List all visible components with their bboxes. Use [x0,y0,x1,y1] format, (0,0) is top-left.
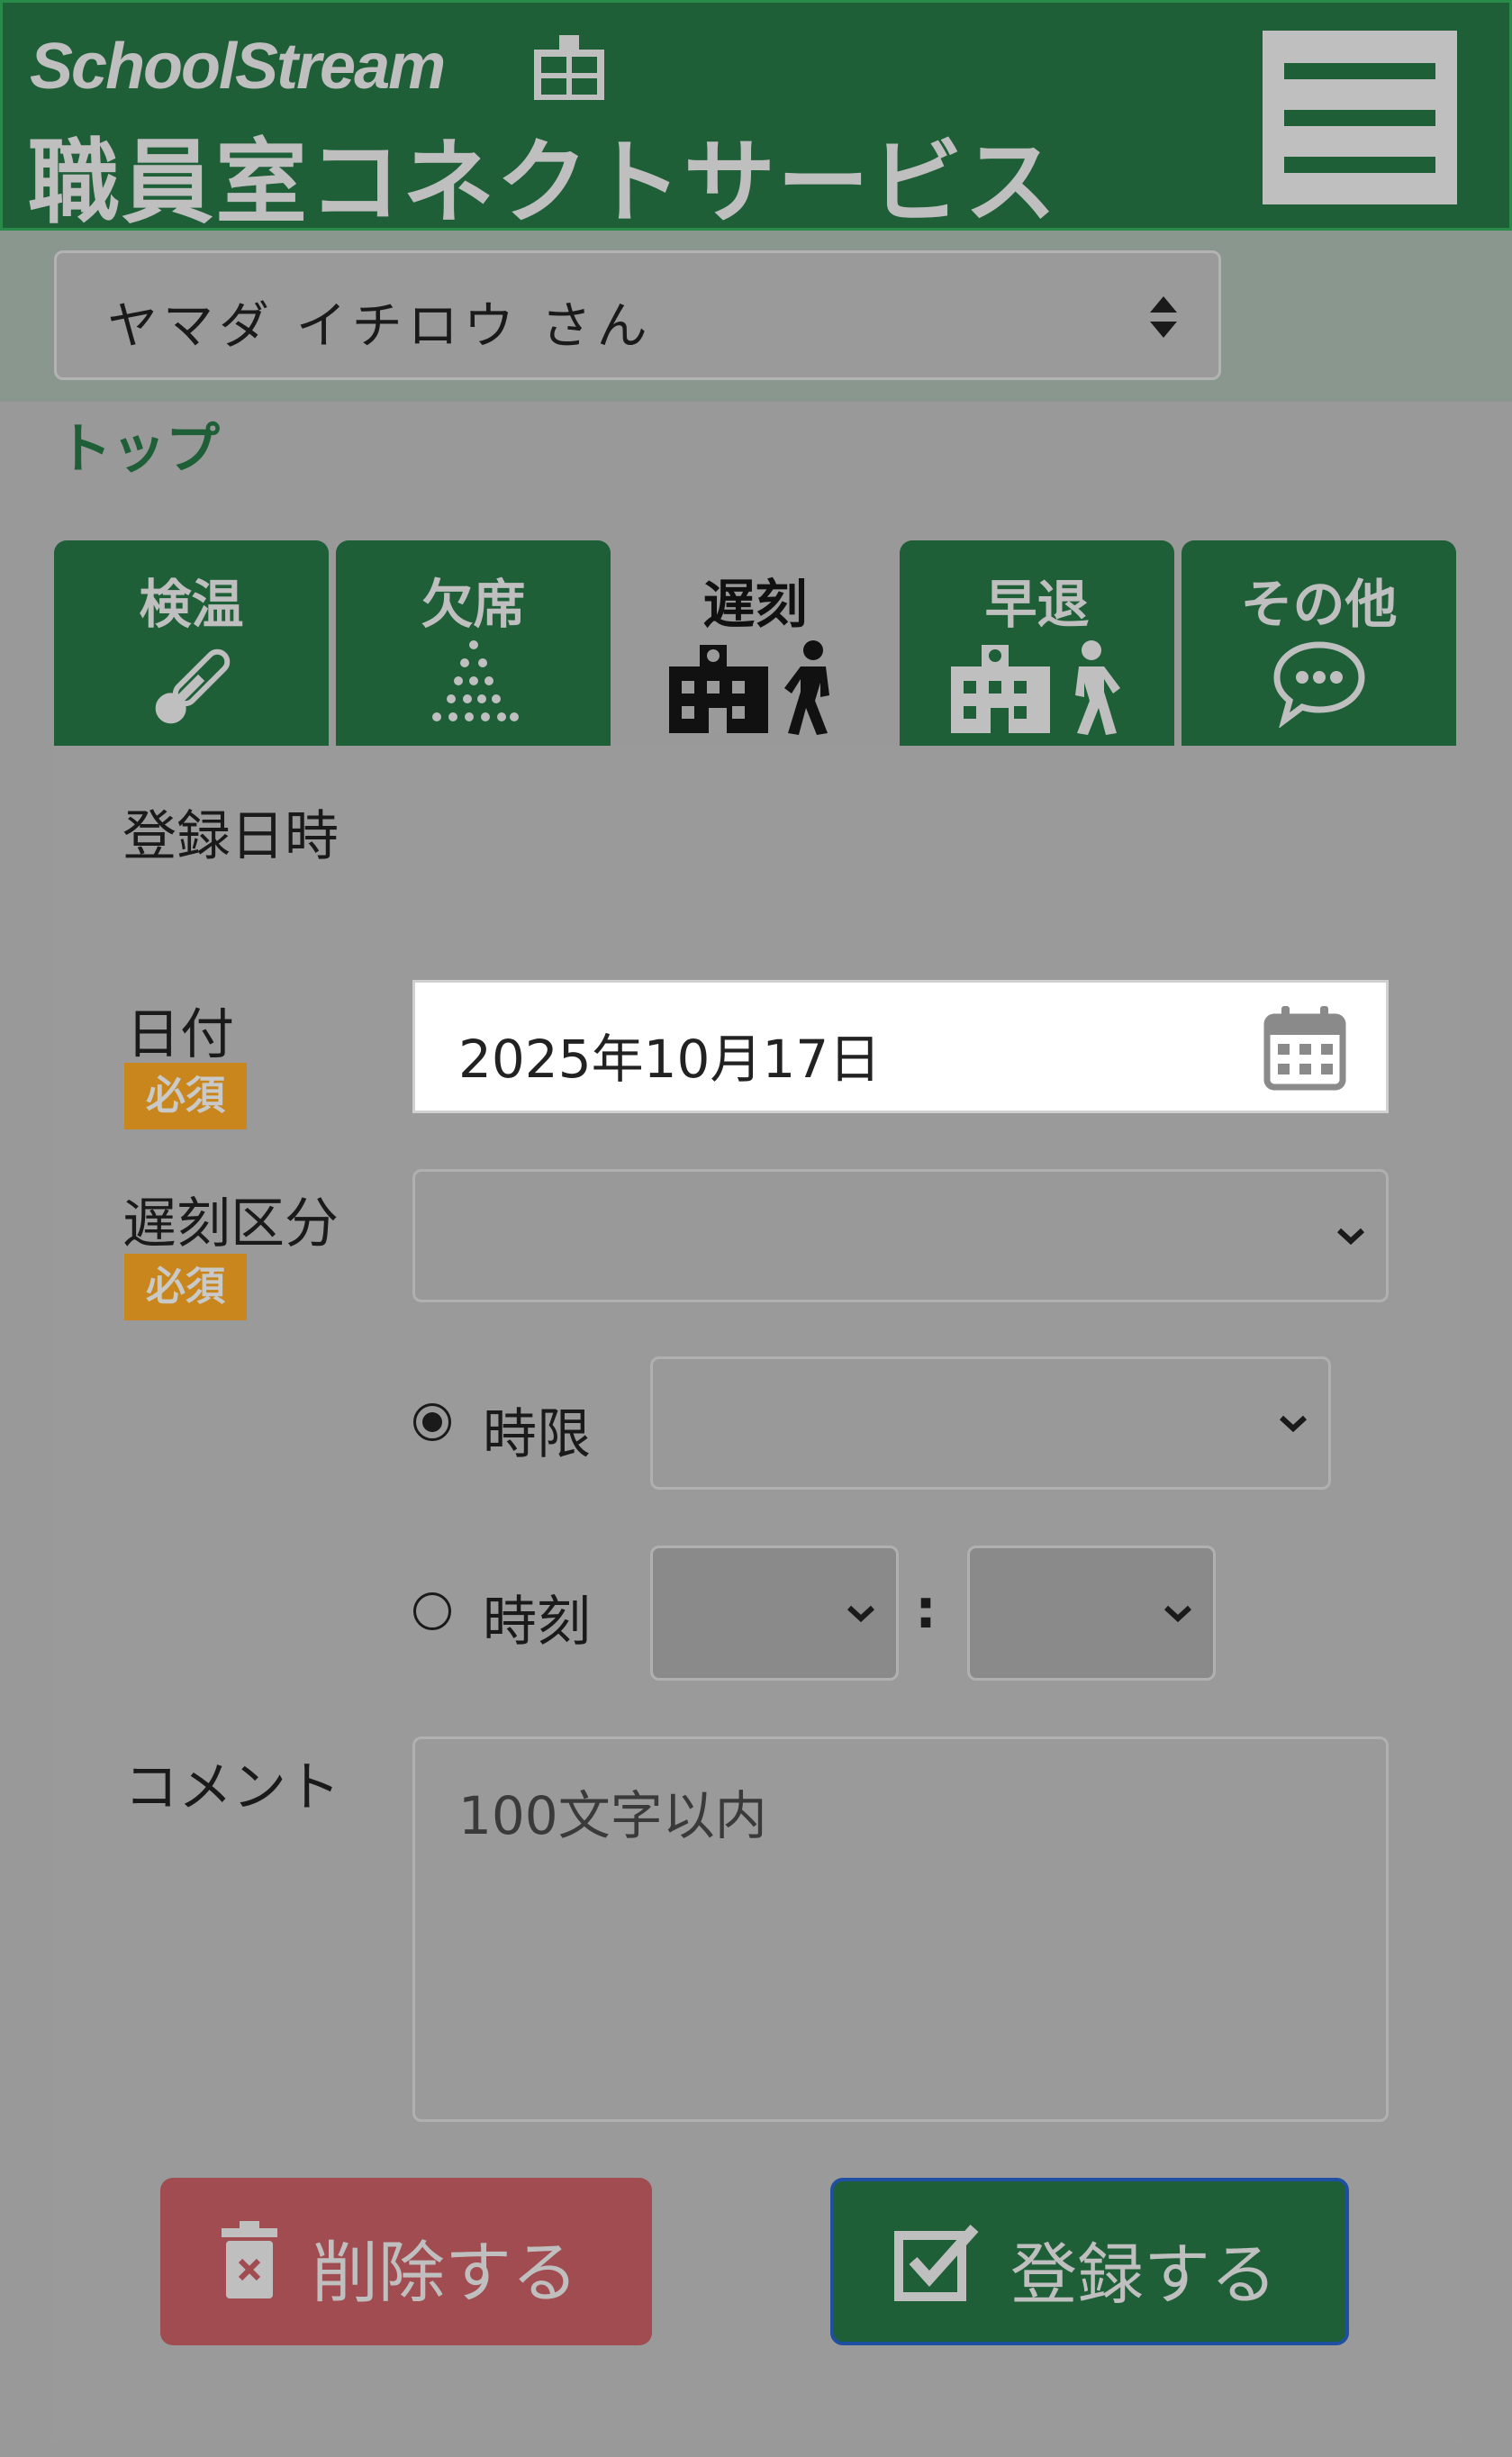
comment-textarea[interactable]: 100文字以内 [412,1736,1389,2122]
time-separator: : [915,1578,937,1641]
trash-icon [222,2221,277,2298]
required-badge: 必須 [124,1254,247,1320]
section-title: 登録日時 [122,805,339,868]
period-select[interactable] [650,1356,1331,1490]
required-badge: 必須 [124,1063,247,1129]
late-category-label: 遅刻区分 [122,1192,339,1256]
comment-placeholder: 100文字以内 [458,1785,767,1846]
tab-label: その他 [1240,574,1398,635]
tab-early-leave[interactable]: 早退 [900,540,1174,746]
comment-label: コメント [124,1756,340,1819]
tab-absence[interactable]: 欠席 [336,540,611,746]
date-label: 日付 [126,1003,234,1066]
tab-label: 欠席 [421,574,526,635]
service-title: 職員室コネクトサービス [28,130,1058,237]
hamburger-icon-bar [1284,110,1435,126]
chevron-down-icon [1336,1228,1365,1246]
thermometer-icon [155,648,230,724]
dotted-triangle-icon [431,640,519,721]
sort-arrows-icon [1150,296,1177,338]
calendar-icon[interactable] [1263,1004,1346,1091]
check-square-icon [894,2225,979,2301]
hamburger-menu-button[interactable] [1263,31,1457,204]
period-radio[interactable] [413,1403,451,1441]
date-input[interactable]: 2025年10月17日 [412,980,1389,1113]
brand-logo-text: SchoolStream [30,31,446,103]
tab-label: 遅刻 [702,574,808,635]
time-radio-label: 時刻 [483,1591,591,1654]
date-value: 2025年10月17日 [458,1029,882,1090]
chevron-down-icon [1163,1605,1192,1623]
school-walk-out-icon [950,640,1120,735]
app-header: SchoolStream 職員室コネクトサービス [0,0,1512,237]
tab-other[interactable]: その他 [1182,540,1456,746]
user-select[interactable]: ヤマダ イチロウ さん [54,250,1221,380]
tab-late[interactable]: 遅刻 [618,540,892,746]
chevron-down-icon [1279,1415,1308,1433]
tab-label: 早退 [984,574,1090,635]
period-radio-label: 時限 [483,1403,591,1466]
hamburger-icon-bar [1284,157,1435,173]
school-walk-in-icon [668,640,829,735]
time-radio[interactable] [413,1592,451,1630]
school-building-icon [534,35,604,100]
user-select-value: ヤマダ イチロウ さん [107,297,653,356]
register-button-label: 登録する [1010,2236,1277,2314]
tab-temperature[interactable]: 検温 [54,540,329,746]
late-category-select[interactable] [412,1169,1389,1302]
register-button[interactable]: 登録する [830,2178,1349,2345]
hour-select[interactable] [650,1546,899,1681]
tab-label: 検温 [139,574,244,635]
delete-button-label: 削除する [312,2235,578,2312]
hamburger-icon-bar [1284,63,1435,79]
speech-bubble-icon [1272,641,1365,728]
delete-button[interactable]: 削除する [160,2178,652,2345]
breadcrumb-top-link[interactable]: トップ [58,405,220,484]
minute-select[interactable] [967,1546,1216,1681]
chevron-down-icon [847,1605,875,1623]
